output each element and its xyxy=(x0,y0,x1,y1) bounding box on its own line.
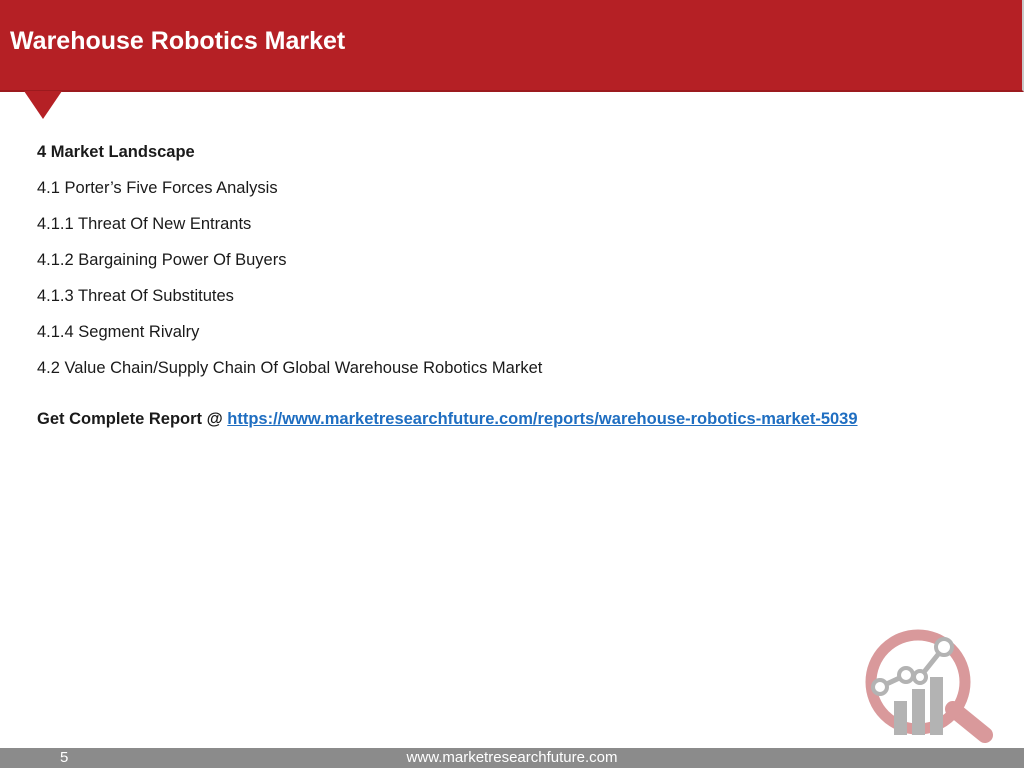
header-bar: Warehouse Robotics Market xyxy=(0,0,1024,92)
toc-item-threat-new-entrants: 4.1.1 Threat Of New Entrants xyxy=(37,215,252,233)
report-link[interactable]: https://www.marketresearchfuture.com/rep… xyxy=(227,410,857,428)
footer-url: www.marketresearchfuture.com xyxy=(406,749,618,766)
toc-item-bargaining-power-buyers: 4.1.2 Bargaining Power Of Buyers xyxy=(37,251,287,269)
toc-item-threat-substitutes: 4.1.3 Threat Of Substitutes xyxy=(37,287,234,305)
toc-list: 4 Market Landscape 4.1 Porter’s Five For… xyxy=(37,138,997,390)
magnifier-chart-logo-icon xyxy=(858,627,998,745)
report-line: Get Complete Report @ https://www.market… xyxy=(37,410,858,429)
toc-item-segment-rivalry: 4.1.4 Segment Rivalry xyxy=(37,323,200,341)
header-notch xyxy=(24,91,62,119)
toc-item-value-chain: 4.2 Value Chain/Supply Chain Of Global W… xyxy=(37,359,543,377)
toc-item-porters-five-forces: 4.1 Porter’s Five Forces Analysis xyxy=(37,179,278,197)
report-prefix: Get Complete Report @ xyxy=(37,410,228,428)
toc-item-market-landscape: 4 Market Landscape xyxy=(37,143,195,161)
page-title: Warehouse Robotics Market xyxy=(10,27,346,55)
footer-bar: 5 www.marketresearchfuture.com xyxy=(0,748,1024,768)
